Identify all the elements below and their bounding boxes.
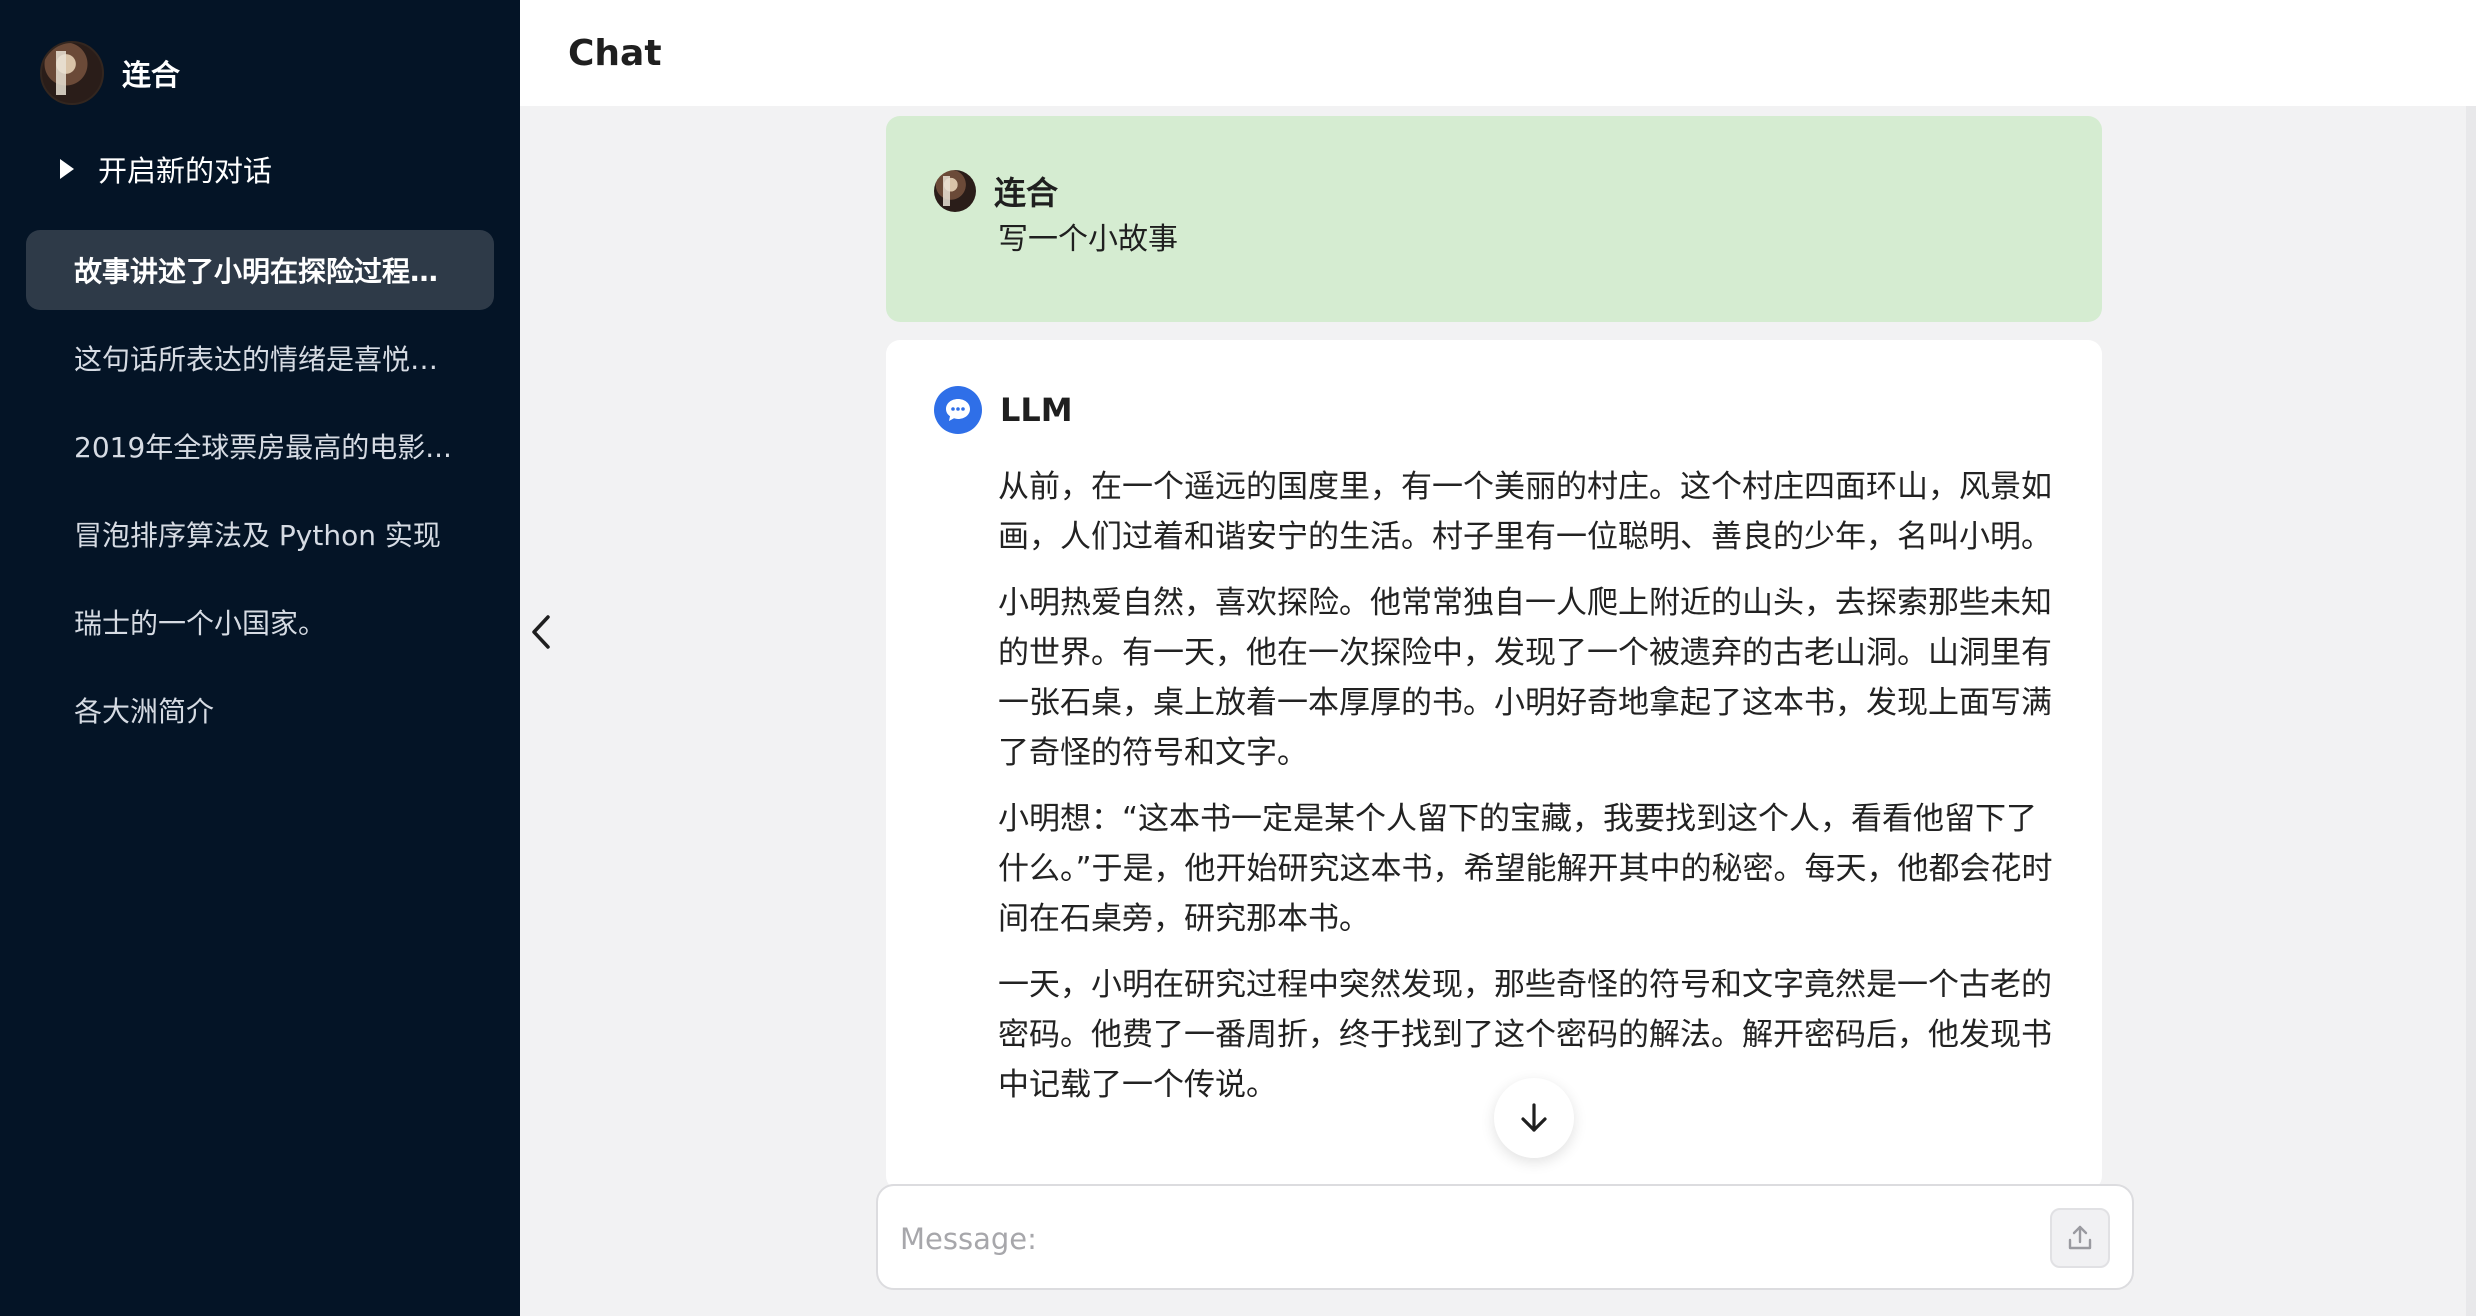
history-item[interactable]: 冒泡排序算法及 Python 实现: [26, 494, 494, 574]
message-paragraph: 小明热爱自然，喜欢探险。他常常独自一人爬上附近的山头，去探索那些未知的世界。有一…: [998, 585, 2052, 771]
user-message: 连合 写一个小故事: [886, 116, 2102, 322]
message-paragraph: 从前，在一个遥远的国度里，有一个美丽的村庄。这个村庄四面环山，风景如画，人们过着…: [998, 469, 2052, 555]
new-chat-label: 开启新的对话: [98, 154, 273, 188]
chat-bubble-icon: [934, 386, 982, 434]
message-author: 连合: [994, 174, 1059, 212]
history-item-label: 2019年全球票房最高的电影...: [74, 431, 452, 464]
message-paragraph: 小明想：“这本书一定是某个人留下的宝藏，我要找到这个人，看看他留下了什么。”于是…: [998, 801, 2053, 937]
header-bar: Chat: [520, 0, 2476, 106]
user-message-text: 写一个小故事: [998, 222, 1178, 257]
history-item[interactable]: 故事讲述了小明在探险过程中...: [26, 230, 494, 310]
history-item[interactable]: 瑞士的一个小国家。: [26, 582, 494, 662]
message-header: LLM: [934, 386, 1073, 434]
user-profile[interactable]: 连合: [40, 40, 180, 106]
caret-right-icon: [60, 159, 74, 179]
collapse-sidebar-button[interactable]: [526, 610, 556, 654]
scroll-to-bottom-button[interactable]: [1494, 1078, 1574, 1158]
user-name: 连合: [122, 58, 181, 92]
message-input[interactable]: [898, 1210, 2002, 1268]
conversation-history: 故事讲述了小明在探险过程中... 这句话所表达的情绪是喜悦和... 2019年全…: [26, 230, 494, 758]
send-button[interactable]: [2050, 1208, 2110, 1268]
page-title: Chat: [568, 32, 662, 74]
history-item[interactable]: 各大洲简介: [26, 670, 494, 750]
history-item-label: 各大洲简介: [74, 695, 215, 728]
user-avatar: [40, 41, 104, 105]
assistant-message: LLM 从前，在一个遥远的国度里，有一个美丽的村庄。这个村庄四面环山，风景如画，…: [886, 340, 2102, 1190]
sidebar: 连合 开启新的对话 故事讲述了小明在探险过程中... 这句话所表达的情绪是喜悦和…: [0, 0, 520, 1316]
user-message-avatar: [934, 170, 976, 212]
history-item[interactable]: 这句话所表达的情绪是喜悦和...: [26, 318, 494, 398]
message-author: LLM: [1000, 391, 1073, 429]
upload-icon: [2068, 1225, 2092, 1250]
history-item-label: 故事讲述了小明在探险过程中...: [74, 255, 464, 288]
message-composer: [876, 1184, 2134, 1290]
history-item[interactable]: 2019年全球票房最高的电影...: [26, 406, 494, 486]
new-chat-button[interactable]: 开启新的对话: [60, 148, 272, 190]
message-header: 连合: [934, 168, 1058, 214]
history-item-label: 冒泡排序算法及 Python 实现: [74, 519, 441, 552]
history-item-label: 瑞士的一个小国家。: [74, 607, 327, 640]
chevron-left-icon: [532, 615, 550, 649]
arrow-down-icon: [1521, 1103, 1547, 1132]
history-item-label: 这句话所表达的情绪是喜悦和...: [74, 343, 464, 376]
assistant-message-body: 从前，在一个遥远的国度里，有一个美丽的村庄。这个村庄四面环山，风景如画，人们过着…: [998, 462, 2058, 1126]
scrollbar[interactable]: [2466, 106, 2476, 1316]
